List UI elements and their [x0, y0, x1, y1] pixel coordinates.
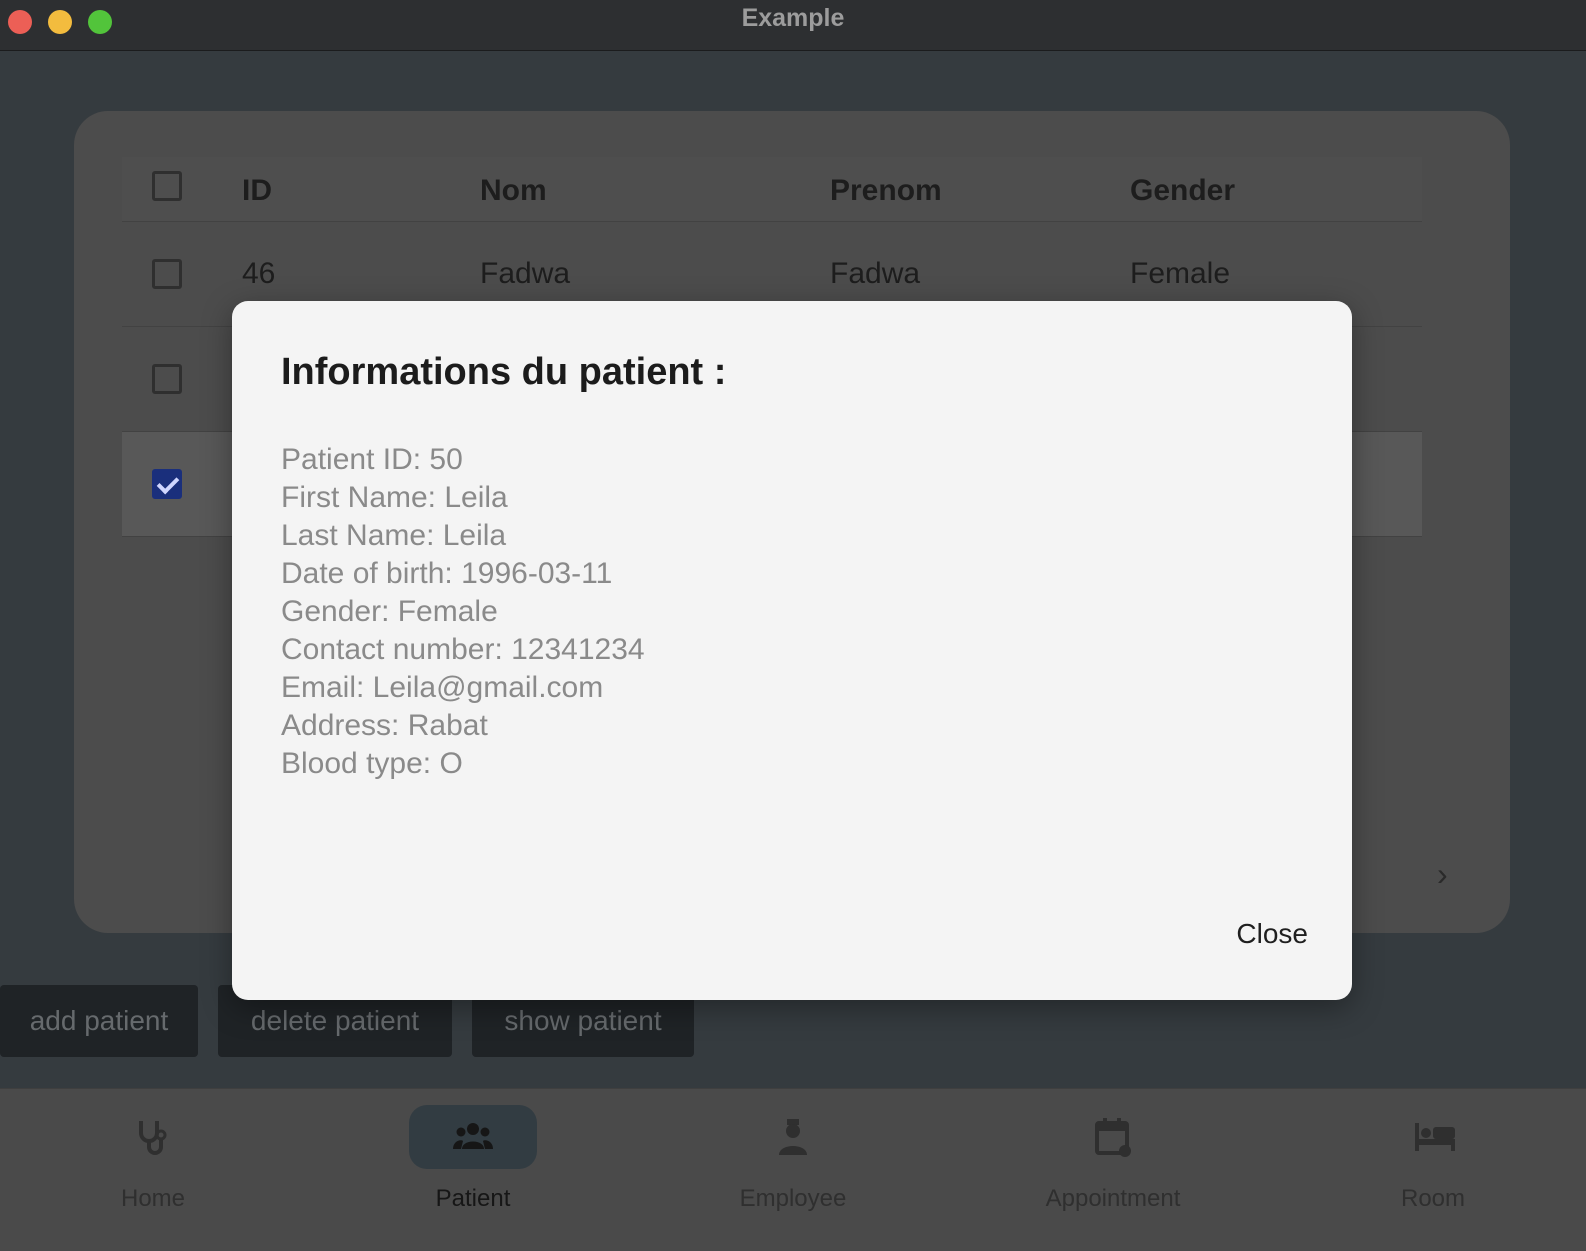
date-of-birth-line: Date of birth: 1996-03-11	[281, 557, 613, 590]
nav-label-home: Home	[120, 1185, 186, 1212]
table-header-row: ID Nom Prenom Gender	[122, 157, 1422, 222]
add-patient-button[interactable]: add patient	[0, 985, 198, 1057]
header-prenom[interactable]: Prenom	[830, 174, 942, 208]
row-checkbox[interactable]	[152, 364, 182, 394]
nav-icon-container	[409, 1105, 537, 1169]
row-checkbox[interactable]	[152, 469, 182, 499]
window-title: Example	[741, 4, 845, 32]
nav-label-patient: Patient	[435, 1185, 511, 1212]
bottom-navigation: Home Patient Employee Appointment Room	[0, 1088, 1586, 1251]
nav-label-employee: Employee	[739, 1185, 847, 1212]
close-button[interactable]: Close	[1236, 918, 1308, 950]
email-line: Email: Leila@gmail.com	[281, 671, 604, 704]
patient-info-dialog: Informations du patient : Patient ID: 50…	[232, 301, 1352, 1000]
select-all-checkbox[interactable]	[152, 171, 182, 201]
patient-id-line: Patient ID: 50	[281, 443, 463, 476]
nav-label-room: Room	[1400, 1185, 1466, 1212]
nav-item-room[interactable]: Room	[1333, 1089, 1533, 1251]
next-page-icon[interactable]: ›	[1437, 856, 1448, 893]
first-name-line: First Name: Leila	[281, 481, 508, 514]
cell-prenom: Fadwa	[830, 257, 921, 290]
header-id[interactable]: ID	[242, 174, 272, 208]
patient-details: Patient ID: 50 First Name: Leila Last Na…	[281, 441, 645, 783]
group-icon	[453, 1123, 493, 1149]
header-nom[interactable]: Nom	[480, 174, 547, 208]
address-line: Address: Rabat	[281, 709, 488, 742]
cell-nom: Fadwa	[480, 257, 571, 290]
header-gender[interactable]: Gender	[1130, 174, 1235, 208]
row-checkbox[interactable]	[152, 259, 182, 289]
nav-icon-container	[1049, 1105, 1177, 1169]
doctor-icon	[779, 1119, 807, 1155]
nav-label-appointment: Appointment	[1045, 1185, 1181, 1212]
title-bar: Example	[0, 0, 1586, 51]
nav-item-appointment[interactable]: Appointment	[1013, 1089, 1213, 1251]
nav-item-patient[interactable]: Patient	[373, 1089, 573, 1251]
nav-icon-container	[89, 1105, 217, 1169]
stethoscope-icon	[139, 1121, 167, 1155]
nav-item-employee[interactable]: Employee	[693, 1089, 893, 1251]
nav-icon-container	[1369, 1105, 1497, 1169]
calendar-icon	[1095, 1118, 1131, 1157]
contact-number-line: Contact number: 12341234	[281, 633, 645, 666]
nav-icon-container	[729, 1105, 857, 1169]
blood-type-line: Blood type: O	[281, 747, 463, 780]
bed-icon	[1415, 1123, 1455, 1151]
cell-id: 46	[242, 257, 276, 290]
nav-item-home[interactable]: Home	[53, 1089, 253, 1251]
cell-gender: Female	[1130, 257, 1231, 290]
dialog-title: Informations du patient :	[281, 351, 727, 393]
gender-line: Gender: Female	[281, 595, 498, 628]
last-name-line: Last Name: Leila	[281, 519, 507, 552]
